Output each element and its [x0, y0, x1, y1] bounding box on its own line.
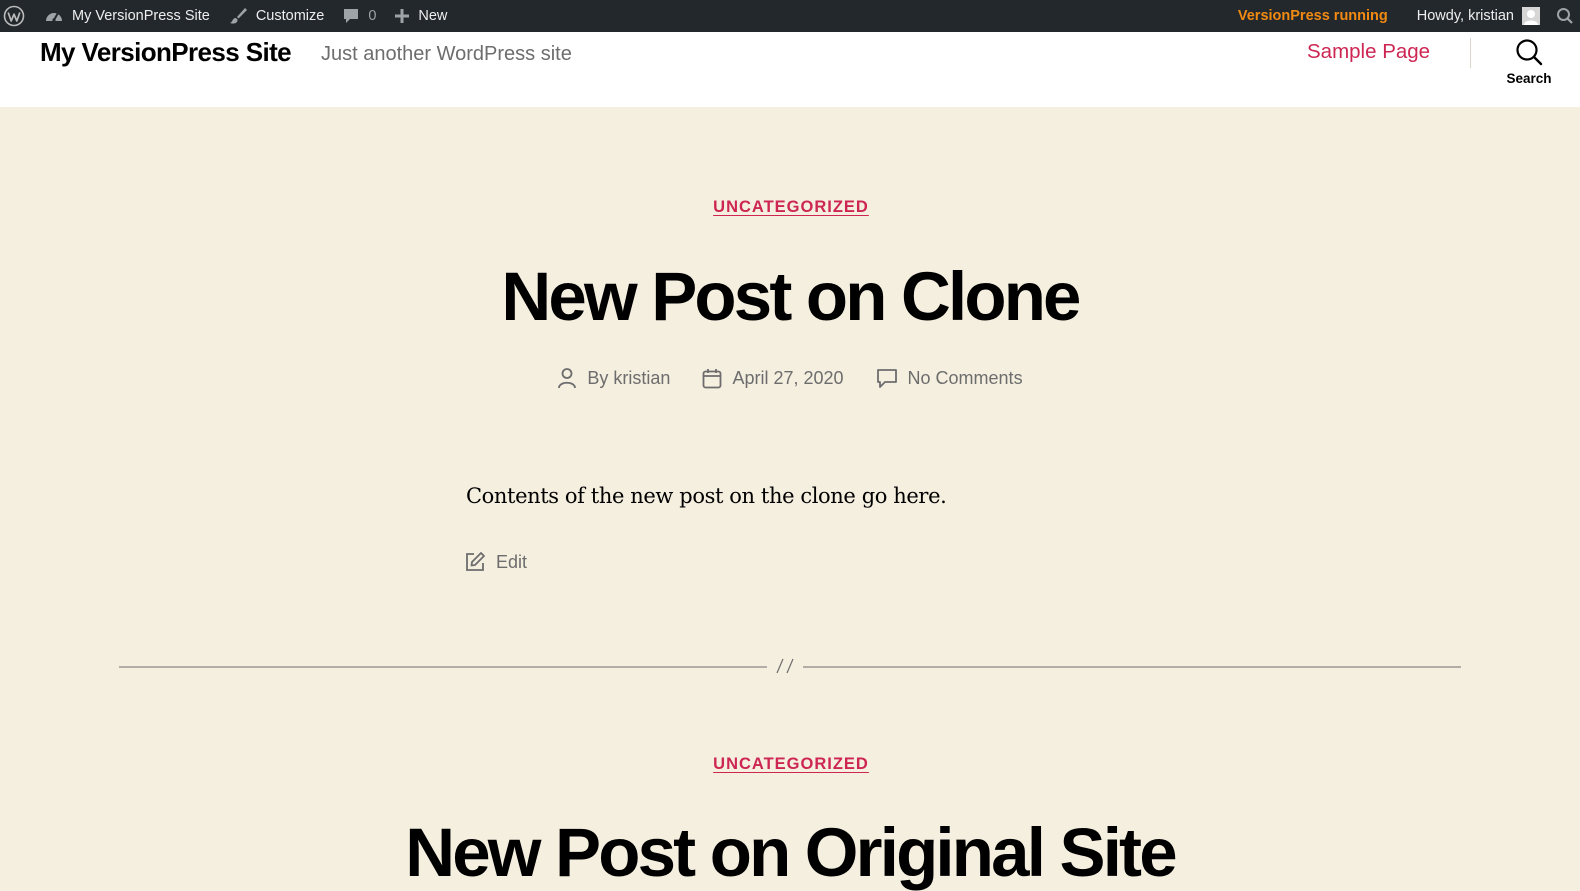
edit-post-link[interactable]: Edit — [464, 551, 527, 573]
post-category-link[interactable]: UNCATEGORIZED — [713, 755, 869, 774]
edit-icon — [464, 551, 486, 573]
admin-bar: My VersionPress Site Customize 0 New Ver… — [0, 0, 1580, 32]
search-icon — [1496, 38, 1562, 66]
dashboard-icon — [44, 7, 64, 25]
admin-bar-left: My VersionPress Site Customize 0 New — [0, 0, 456, 32]
site-name-label: My VersionPress Site — [72, 8, 210, 24]
post-title[interactable]: New Post on Clone — [0, 262, 1580, 331]
howdy-label: Howdy, kristian — [1416, 8, 1514, 24]
admin-bar-new[interactable]: New — [385, 0, 456, 32]
site-tagline: Just another WordPress site — [321, 43, 572, 65]
plus-icon — [394, 8, 410, 24]
post-date: April 27, 2020 — [702, 367, 844, 389]
site-header: My VersionPress Site Just another WordPr… — [0, 32, 1580, 107]
admin-bar-comments[interactable]: 0 — [333, 0, 385, 32]
admin-bar-account[interactable]: Howdy, kristian — [1408, 0, 1549, 32]
post-category-link[interactable]: UNCATEGORIZED — [713, 198, 869, 217]
nav-item-sample-page[interactable]: Sample Page — [1307, 40, 1430, 64]
admin-bar-search-icon[interactable] — [1549, 0, 1580, 32]
edit-label: Edit — [496, 551, 528, 572]
post-date-link[interactable]: April 27, 2020 — [732, 368, 843, 389]
post-title[interactable]: New Post on Original Site — [0, 818, 1580, 887]
comment-count: 0 — [368, 8, 377, 24]
person-icon — [557, 367, 577, 389]
wordpress-logo-icon[interactable] — [0, 0, 35, 32]
post-comments: No Comments — [876, 367, 1023, 389]
admin-bar-customize[interactable]: Customize — [219, 0, 334, 32]
post-comments-link[interactable]: No Comments — [908, 368, 1023, 389]
header-search-toggle[interactable]: Search — [1496, 38, 1562, 86]
post-separator — [119, 658, 1461, 674]
site-title[interactable]: My VersionPress Site — [40, 37, 292, 68]
customize-label: Customize — [255, 8, 325, 24]
post-author: By kristian — [557, 367, 670, 389]
post-meta: By kristian April 27, 2020 No Comments — [0, 367, 1580, 389]
comment-icon — [876, 368, 898, 389]
brush-icon — [228, 7, 248, 25]
admin-bar-site-name[interactable]: My VersionPress Site — [35, 0, 219, 32]
calendar-icon — [702, 368, 722, 389]
post-author-link[interactable]: By kristian — [587, 368, 670, 389]
post-content: Contents of the new post on the clone go… — [466, 484, 947, 508]
search-label: Search — [1506, 71, 1552, 86]
new-label: New — [418, 8, 448, 24]
avatar — [1522, 7, 1540, 25]
admin-bar-right: VersionPress running Howdy, kristian — [1229, 0, 1580, 32]
versionpress-status[interactable]: VersionPress running — [1229, 0, 1408, 32]
header-divider — [1470, 38, 1471, 68]
comment-bubble-icon — [342, 7, 360, 25]
